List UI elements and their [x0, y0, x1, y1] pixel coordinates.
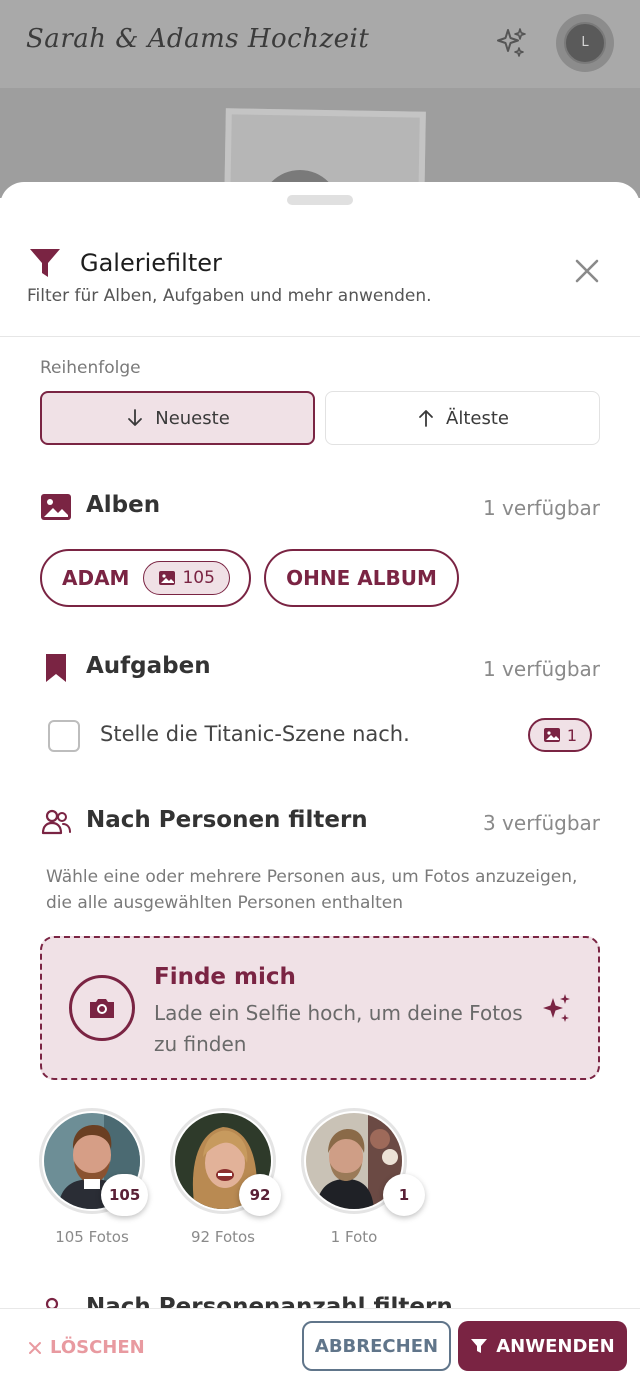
order-oldest-label: Älteste	[446, 407, 509, 429]
task-photo-count-badge: 1	[528, 718, 592, 752]
albums-title: Alben	[86, 492, 161, 518]
funnel-icon	[30, 249, 60, 277]
app-header: Sarah & Adams Hochzeit L	[0, 0, 640, 88]
close-icon	[29, 1341, 41, 1354]
person-photo-count: 105	[101, 1174, 149, 1216]
arrow-down-icon	[128, 409, 143, 426]
album-chip-adam[interactable]: ADAM 105	[40, 549, 251, 607]
task-photo-count: 1	[566, 725, 578, 745]
close-icon[interactable]	[572, 256, 602, 286]
person-photo-count: 1	[383, 1174, 425, 1216]
order-newest-button[interactable]: Neueste	[40, 391, 315, 445]
sheet-subtitle: Filter für Alben, Aufgaben und mehr anwe…	[27, 286, 432, 306]
funnel-icon	[471, 1339, 488, 1353]
album-chip-label: OHNE ALBUM	[286, 566, 437, 590]
person-photo-count: 92	[239, 1174, 281, 1216]
person-label: 1 Foto	[330, 1228, 378, 1246]
cancel-button[interactable]: ABBRECHEN	[302, 1321, 451, 1371]
bookmark-icon	[46, 654, 66, 682]
cancel-label: ABBRECHEN	[314, 1335, 439, 1357]
drag-handle[interactable]	[287, 195, 353, 205]
album-photo-count-badge: 105	[143, 561, 230, 595]
persons-description: Wähle eine oder mehrere Personen aus, um…	[46, 867, 578, 913]
persons-title: Nach Personen filtern	[86, 807, 368, 833]
sheet-title: Galeriefilter	[80, 249, 222, 277]
tasks-title: Aufgaben	[86, 653, 211, 679]
apply-button[interactable]: ANWENDEN	[458, 1321, 627, 1371]
person-label: 105 Fotos	[55, 1228, 129, 1246]
camera-button[interactable]	[69, 975, 135, 1041]
album-chip-label: ADAM	[62, 566, 130, 590]
task-checkbox[interactable]	[48, 720, 80, 752]
arrow-up-icon	[419, 410, 433, 427]
users-icon	[41, 809, 71, 835]
sheet-footer: LÖSCHEN ABBRECHEN ANWENDEN	[0, 1308, 640, 1385]
header-divider	[0, 336, 640, 337]
find-me-subtitle: Lade ein Selfie hoch, um deine Fotos zu …	[154, 1001, 523, 1056]
tasks-count: 1 verfügbar	[482, 657, 600, 681]
camera-icon	[90, 999, 114, 1018]
order-oldest-button[interactable]: Älteste	[325, 391, 600, 445]
sparkles-icon[interactable]	[494, 26, 528, 60]
sparkles-icon	[543, 994, 570, 1022]
album-chip-ohne-album[interactable]: OHNE ALBUM	[264, 549, 459, 607]
order-label: Reihenfolge	[40, 358, 141, 378]
find-me-title: Finde mich	[154, 964, 296, 990]
image-icon	[159, 571, 176, 585]
filter-sheet: Galeriefilter Filter für Alben, Aufgaben…	[0, 182, 640, 1385]
albums-count: 1 verfügbar	[482, 496, 600, 520]
task-label[interactable]: Stelle die Titanic-Szene nach.	[100, 722, 410, 746]
image-icon	[41, 494, 71, 520]
album-photo-count: 105	[182, 568, 215, 588]
person-label: 92 Fotos	[191, 1228, 255, 1246]
image-icon	[543, 728, 560, 742]
app-title: Sarah & Adams Hochzeit	[26, 24, 370, 54]
avatar[interactable]: L	[564, 22, 606, 64]
find-me-card[interactable]: Finde mich Lade ein Selfie hoch, um dein…	[40, 936, 600, 1080]
clear-label: LÖSCHEN	[50, 1337, 145, 1358]
order-newest-label: Neueste	[155, 407, 230, 429]
clear-button[interactable]: LÖSCHEN	[28, 1337, 145, 1358]
persons-count: 3 verfügbar	[482, 811, 600, 835]
apply-label: ANWENDEN	[496, 1335, 615, 1357]
